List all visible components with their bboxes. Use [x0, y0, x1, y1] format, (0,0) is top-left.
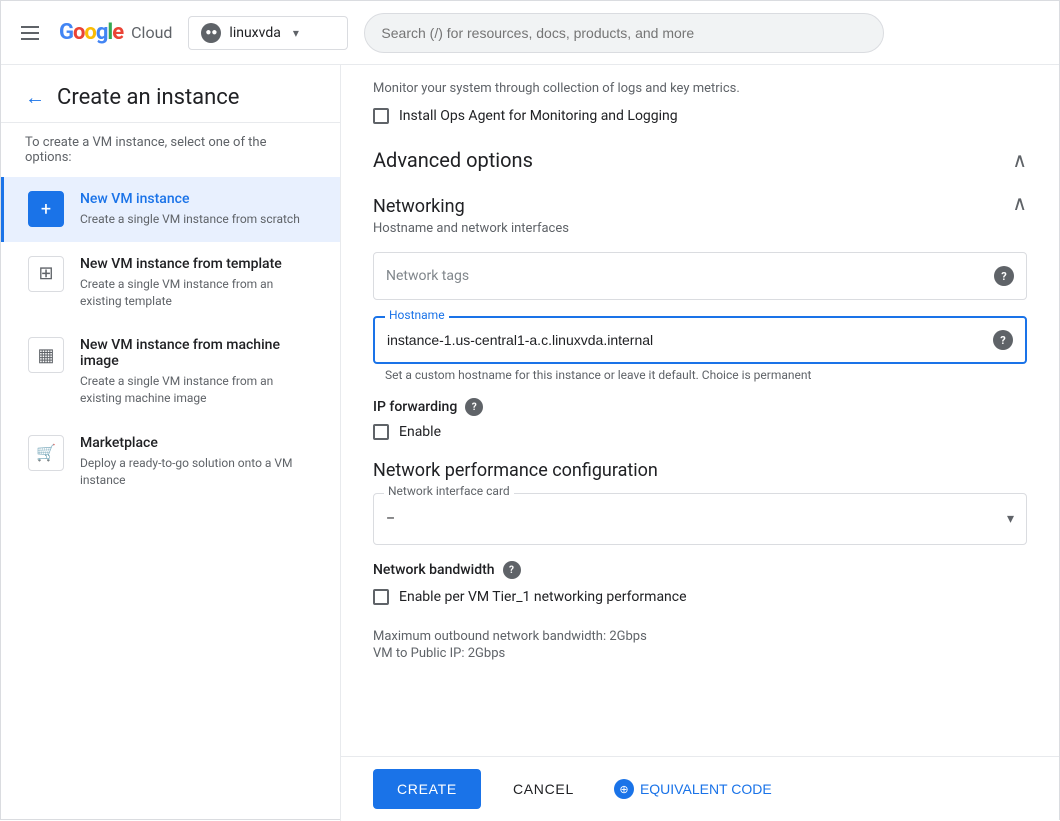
header: Google Cloud ●● linuxvda ▾ [1, 1, 1059, 65]
new-vm-desc: Create a single VM instance from scratch [80, 211, 316, 228]
ops-agent-row: Install Ops Agent for Monitoring and Log… [373, 108, 1027, 124]
page-layout: ← Create an instance To create a VM inst… [1, 65, 1059, 821]
cloud-text: Cloud [131, 23, 172, 42]
ops-agent-checkbox[interactable] [373, 108, 389, 124]
page-title: Create an instance [57, 85, 239, 110]
network-interface-dropdown-icon: ▾ [1007, 511, 1014, 527]
sidebar: ← Create an instance To create a VM inst… [1, 65, 341, 821]
marketplace-icon: 🛒 [28, 435, 64, 471]
network-bandwidth-label: Network bandwidth [373, 562, 495, 578]
vm-template-desc: Create a single VM instance from an exis… [80, 276, 316, 310]
ip-forwarding-row: IP forwarding ? [373, 398, 1027, 416]
networking-section: Networking ∧ Hostname and network interf… [373, 188, 1027, 661]
equivalent-code-button[interactable]: ⊕ EQUIVALENT CODE [614, 779, 772, 799]
machine-image-icon: ▦ [28, 337, 64, 373]
tier1-checkbox[interactable] [373, 589, 389, 605]
hostname-help-icon[interactable]: ? [993, 330, 1013, 350]
networking-desc: Hostname and network interfaces [373, 221, 1027, 236]
tier1-label: Enable per VM Tier_1 networking performa… [399, 589, 687, 605]
vm-public-ip-desc: VM to Public IP: 2Gbps [373, 646, 1027, 661]
sidebar-item-marketplace[interactable]: 🛒 Marketplace Deploy a ready-to-go solut… [1, 421, 340, 503]
networking-title: Networking [373, 196, 465, 217]
ip-forwarding-label: IP forwarding [373, 399, 457, 415]
main-content: Monitor your system through collection o… [341, 65, 1059, 821]
equivalent-code-icon: ⊕ [614, 779, 634, 799]
advanced-options-header: Advanced options ∧ [373, 148, 1027, 172]
tier1-row: Enable per VM Tier_1 networking performa… [373, 589, 1027, 605]
new-vm-title: New VM instance [80, 191, 316, 207]
bottom-bar: CREATE CANCEL ⊕ EQUIVALENT CODE [341, 756, 1059, 821]
cancel-button[interactable]: CANCEL [489, 769, 598, 809]
back-arrow-icon[interactable]: ← [25, 85, 45, 110]
network-perf-title: Network performance configuration [373, 460, 1027, 481]
hostname-input[interactable] [387, 332, 985, 348]
sidebar-item-vm-template[interactable]: ⊞ New VM instance from template Create a… [1, 242, 340, 324]
equivalent-code-label: EQUIVALENT CODE [640, 781, 772, 797]
machine-image-desc: Create a single VM instance from an exis… [80, 373, 316, 407]
advanced-options-collapse-icon[interactable]: ∧ [1012, 148, 1027, 172]
new-vm-icon: + [28, 191, 64, 227]
search-input[interactable] [364, 13, 884, 53]
ops-agent-label: Install Ops Agent for Monitoring and Log… [399, 108, 678, 124]
marketplace-desc: Deploy a ready-to-go solution onto a VM … [80, 455, 316, 489]
vm-template-icon: ⊞ [28, 256, 64, 292]
google-g-logo: Google [59, 20, 123, 45]
create-button[interactable]: CREATE [373, 769, 481, 809]
page-header: ← Create an instance [1, 65, 340, 123]
hamburger-menu-icon[interactable] [17, 22, 43, 44]
marketplace-title: Marketplace [80, 435, 316, 451]
hostname-input-wrapper[interactable]: Hostname ? [373, 316, 1027, 364]
network-bandwidth-row: Network bandwidth ? [373, 561, 1027, 579]
max-outbound-desc: Maximum outbound network bandwidth: 2Gbp… [373, 629, 1027, 644]
networking-collapse-icon[interactable]: ∧ [1012, 191, 1027, 215]
chevron-down-icon: ▾ [293, 26, 299, 40]
vm-template-title: New VM instance from template [80, 256, 316, 272]
content-area: Monitor your system through collection o… [341, 65, 1059, 756]
network-interface-select[interactable]: Network interface card – ▾ [373, 493, 1027, 545]
network-tags-placeholder: Network tags [386, 268, 469, 284]
project-selector[interactable]: ●● linuxvda ▾ [188, 16, 348, 50]
sidebar-description: To create a VM instance, select one of t… [1, 123, 340, 177]
network-tags-input-wrapper[interactable]: Network tags ? [373, 252, 1027, 300]
hostname-hint: Set a custom hostname for this instance … [385, 368, 1027, 382]
ip-forwarding-enable-row: Enable [373, 424, 1027, 440]
network-bandwidth-help-icon[interactable]: ? [503, 561, 521, 579]
hostname-field-label: Hostname [385, 308, 449, 322]
advanced-options-title: Advanced options [373, 148, 533, 172]
network-interface-label: Network interface card [384, 484, 514, 498]
ip-forwarding-help-icon[interactable]: ? [465, 398, 483, 416]
ip-forwarding-checkbox[interactable] [373, 424, 389, 440]
sidebar-item-machine-image[interactable]: ▦ New VM instance from machine image Cre… [1, 323, 340, 421]
machine-image-title: New VM instance from machine image [80, 337, 316, 369]
project-name: linuxvda [229, 25, 280, 41]
hostname-field: Hostname ? Set a custom hostname for thi… [373, 316, 1027, 382]
network-tags-help-icon[interactable]: ? [994, 266, 1014, 286]
project-icon: ●● [201, 23, 221, 43]
google-cloud-logo[interactable]: Google Cloud [59, 20, 172, 45]
ip-forwarding-enable-label: Enable [399, 424, 441, 440]
network-interface-value: – [386, 511, 395, 527]
network-tags-field: Network tags ? [373, 252, 1027, 300]
monitoring-description: Monitor your system through collection o… [373, 81, 1027, 96]
sidebar-item-new-vm[interactable]: + New VM instance Create a single VM ins… [1, 177, 340, 242]
